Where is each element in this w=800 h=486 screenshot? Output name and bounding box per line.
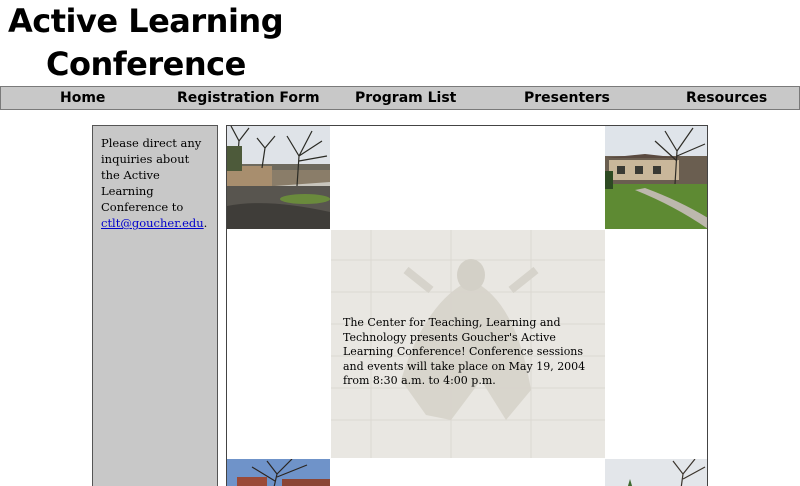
conference-intro-text: The Center for Teaching, Learning and Te…: [343, 316, 586, 387]
sidebar-text: Please direct any inquiries about the Ac…: [101, 136, 202, 214]
nav-registration-form-link[interactable]: Registration Form: [177, 89, 320, 107]
campus-building-photo-top-right: [605, 126, 707, 229]
title-line-1: Active Learning: [8, 2, 284, 40]
nav-bar: Home Registration Form Program List Pres…: [0, 86, 800, 110]
welcome-panel: The Center for Teaching, Learning and Te…: [331, 230, 605, 458]
campus-building-photo-top-left: [227, 126, 330, 229]
campus-building-photo-bottom-left: [227, 459, 330, 486]
nav-program-list-link[interactable]: Program List: [355, 89, 456, 107]
nav-home-link[interactable]: Home: [60, 89, 105, 107]
contact-email-link[interactable]: ctlt@goucher.edu: [101, 216, 204, 230]
title-line-2: Conference: [46, 45, 246, 83]
nav-presenters-link[interactable]: Presenters: [524, 89, 610, 107]
page-title: Active Learning Conference: [8, 0, 284, 86]
nav-resources-link[interactable]: Resources: [686, 89, 767, 107]
campus-building-photo-bottom-right: [605, 459, 707, 486]
sidebar-contact: Please direct any inquiries about the Ac…: [92, 125, 218, 486]
sidebar-suffix: .: [203, 216, 208, 230]
main-content-grid: The Center for Teaching, Learning and Te…: [226, 125, 708, 486]
